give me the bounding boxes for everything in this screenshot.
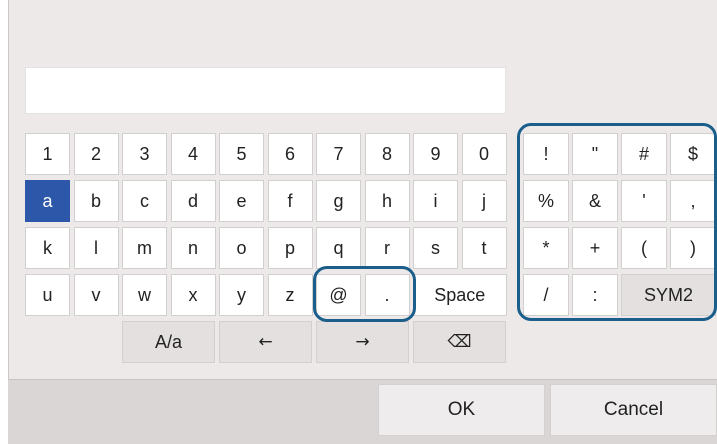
key-2-4[interactable]: o — [219, 227, 264, 269]
key-1-5[interactable]: f — [267, 180, 313, 222]
key-2-1[interactable]: l — [73, 227, 119, 269]
key-1-6[interactable]: g — [316, 180, 361, 222]
key-1-3[interactable]: d — [170, 180, 216, 222]
symbol-key-2-3[interactable]: ) — [670, 227, 716, 269]
key-2-7[interactable]: r — [364, 227, 410, 269]
case-toggle-key[interactable]: A/a — [122, 321, 215, 363]
key-3-3[interactable]: x — [170, 274, 216, 316]
symbol-key-0-2[interactable]: # — [621, 133, 667, 175]
symbol-key-1-0[interactable]: % — [523, 180, 569, 222]
cursor-left-key[interactable]: ← — [219, 321, 312, 363]
text-input[interactable] — [25, 67, 506, 114]
key-1-1[interactable]: b — [73, 180, 119, 222]
key-2-8[interactable]: s — [413, 227, 458, 269]
key-1-4[interactable]: e — [219, 180, 264, 222]
key-1-9[interactable]: j — [461, 180, 507, 222]
key-0-3[interactable]: 4 — [170, 133, 216, 175]
key-0-9[interactable]: 0 — [461, 133, 507, 175]
symbol-key-2-2[interactable]: ( — [621, 227, 667, 269]
symbol-key-0-3[interactable]: $ — [670, 133, 716, 175]
cursor-right-key[interactable]: → — [316, 321, 409, 363]
key-3-7[interactable]: . — [364, 274, 410, 316]
symbol-key-1-1[interactable]: & — [572, 180, 618, 222]
key-1-8[interactable]: i — [413, 180, 458, 222]
symbol-key-3-0[interactable]: / — [523, 274, 569, 316]
key-2-3[interactable]: n — [170, 227, 216, 269]
key-2-2[interactable]: m — [122, 227, 167, 269]
symbol-key-3-1[interactable]: : — [572, 274, 618, 316]
key-0-0[interactable]: 1 — [25, 133, 70, 175]
key-1-2[interactable]: c — [122, 180, 167, 222]
sym2-key[interactable]: SYM2 — [621, 274, 716, 316]
ok-button[interactable]: OK — [378, 384, 545, 436]
key-1-0[interactable]: a — [25, 180, 70, 222]
key-2-6[interactable]: q — [316, 227, 361, 269]
key-3-5[interactable]: z — [267, 274, 313, 316]
key-0-7[interactable]: 8 — [364, 133, 410, 175]
symbol-key-1-3[interactable]: , — [670, 180, 716, 222]
key-0-8[interactable]: 9 — [413, 133, 458, 175]
backspace-key[interactable]: ⌫ — [413, 321, 506, 363]
cancel-button[interactable]: Cancel — [550, 384, 717, 436]
symbol-key-2-0[interactable]: * — [523, 227, 569, 269]
key-2-9[interactable]: t — [461, 227, 507, 269]
symbol-key-2-1[interactable]: + — [572, 227, 618, 269]
key-3-0[interactable]: u — [25, 274, 70, 316]
space-key[interactable]: Space — [413, 274, 507, 316]
key-3-6[interactable]: @ — [316, 274, 361, 316]
symbol-key-1-2[interactable]: ' — [621, 180, 667, 222]
key-3-1[interactable]: v — [73, 274, 119, 316]
key-0-1[interactable]: 2 — [73, 133, 119, 175]
key-2-0[interactable]: k — [25, 227, 70, 269]
key-3-2[interactable]: w — [122, 274, 167, 316]
key-0-6[interactable]: 7 — [316, 133, 361, 175]
key-0-5[interactable]: 6 — [267, 133, 313, 175]
key-3-4[interactable]: y — [219, 274, 264, 316]
symbol-key-0-0[interactable]: ! — [523, 133, 569, 175]
key-1-7[interactable]: h — [364, 180, 410, 222]
key-0-4[interactable]: 5 — [219, 133, 264, 175]
key-0-2[interactable]: 3 — [122, 133, 167, 175]
key-2-5[interactable]: p — [267, 227, 313, 269]
symbol-key-0-1[interactable]: " — [572, 133, 618, 175]
